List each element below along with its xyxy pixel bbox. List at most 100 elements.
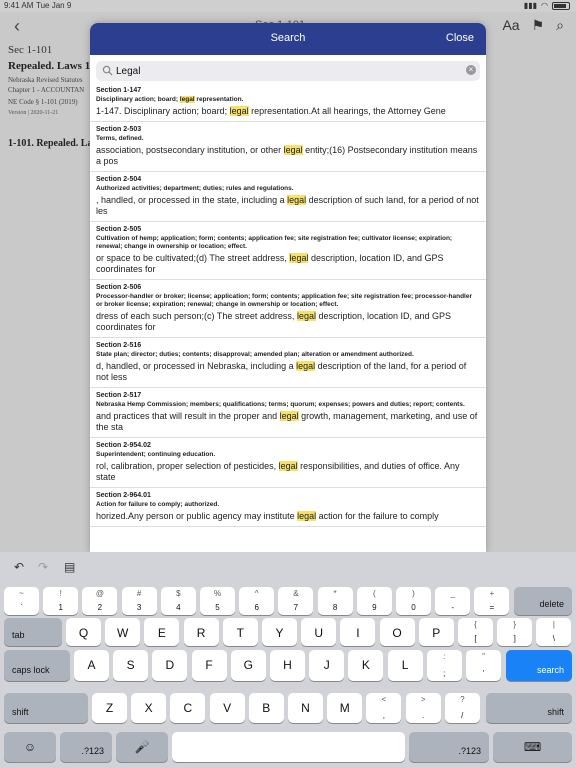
search-result-item[interactable]: Section 2-506 Processor-handler or broker…: [90, 280, 486, 338]
space-key[interactable]: [172, 732, 405, 762]
key-2[interactable]: @2: [82, 587, 118, 615]
key-b[interactable]: B: [248, 693, 284, 723]
shift-left-key[interactable]: shift: [4, 693, 88, 723]
key-;[interactable]: :;: [426, 650, 462, 681]
key-][interactable]: }]: [497, 618, 533, 646]
emoji-key[interactable]: ☺: [4, 732, 56, 762]
back-chevron-icon[interactable]: ‹: [14, 16, 20, 37]
numbers-right-key[interactable]: .?123: [409, 732, 489, 762]
key-label: $: [176, 589, 181, 598]
key-1[interactable]: ! 1: [43, 587, 79, 615]
paste-icon[interactable]: ▤: [64, 560, 75, 574]
search-result-item[interactable]: Section 1-147 Disciplinary action; board;…: [90, 83, 486, 122]
search-result-item[interactable]: Section 2-516 State plan; director; dutie…: [90, 338, 486, 388]
key-c[interactable]: C: [170, 693, 206, 723]
close-button[interactable]: Close: [446, 32, 474, 44]
key-[[interactable]: {[: [458, 618, 493, 646]
key-g[interactable]: G: [230, 650, 266, 681]
key-label: `: [20, 603, 23, 612]
key-7[interactable]: & 7: [278, 587, 314, 615]
status-icons: ▮▮▮ ◠: [524, 1, 570, 10]
key-label: caps lock: [12, 665, 50, 675]
doc-meta-3: NE Code § 1-101 (2019): [8, 98, 78, 106]
key-9[interactable]: (9: [356, 587, 392, 615]
key-label: I: [356, 626, 360, 640]
key-a[interactable]: A: [74, 650, 109, 681]
key-k[interactable]: K: [348, 650, 384, 681]
key-t[interactable]: T: [222, 618, 258, 646]
key-6[interactable]: ^ 6: [239, 587, 275, 615]
key-m[interactable]: M: [327, 693, 363, 723]
highlight: legal: [296, 311, 316, 321]
key-8[interactable]: * 8: [317, 587, 353, 615]
key--[interactable]: _ -: [435, 587, 471, 615]
search-key[interactable]: search: [506, 650, 572, 681]
result-caption: Authorized activities; department; dutie…: [96, 185, 294, 192]
search-icon[interactable]: ⌕: [556, 17, 564, 34]
result-snippet: association, postsecondary institution, …: [96, 145, 478, 166]
search-result-item[interactable]: Section 2-503 Terms, defined. association…: [90, 122, 486, 172]
key-y[interactable]: Y: [262, 618, 297, 646]
undo-icon[interactable]: ↶: [14, 560, 24, 574]
key-label: /: [461, 711, 464, 720]
search-result-item[interactable]: Section 2-505 Cultivation of hemp; applic…: [90, 222, 486, 280]
search-result-item[interactable]: Section 2-954.02 Superintendent; continui…: [90, 438, 486, 488]
highlight: legal: [283, 145, 303, 155]
key-i[interactable]: I: [340, 618, 376, 646]
key-label: &: [293, 589, 299, 598]
key-label: T: [236, 626, 244, 640]
caps-lock-key[interactable]: caps lock: [4, 650, 70, 681]
numbers-left-key[interactable]: .?123: [60, 732, 112, 762]
key-`[interactable]: ~ `: [4, 587, 39, 615]
microphone-key[interactable]: 🎤: [116, 732, 168, 762]
result-section: Section 2-505: [96, 226, 142, 233]
key-h[interactable]: H: [270, 650, 305, 681]
key-label: A: [87, 658, 96, 672]
key-3[interactable]: #3: [121, 587, 157, 615]
font-size-icon[interactable]: Aa: [502, 17, 519, 34]
key-z[interactable]: Z: [92, 693, 127, 723]
redo-icon[interactable]: ↷: [38, 560, 48, 574]
key-r[interactable]: R: [183, 618, 219, 646]
shift-right-key[interactable]: shift: [486, 693, 572, 723]
search-result-item[interactable]: Section 2-517 Nebraska Hemp Commission; m…: [90, 388, 486, 438]
key-f[interactable]: F: [191, 650, 227, 681]
key-.[interactable]: >.: [405, 693, 441, 723]
doc-section: Sec 1-101: [8, 44, 53, 56]
key-0[interactable]: ) 0: [396, 587, 431, 615]
key-l[interactable]: L: [387, 650, 423, 681]
search-field[interactable]: ×: [96, 61, 480, 81]
key-\[interactable]: | \: [536, 618, 572, 646]
key-e[interactable]: E: [144, 618, 180, 646]
key-u[interactable]: U: [301, 618, 337, 646]
search-result-item[interactable]: Section 2-964.01 Action for failure to co…: [90, 488, 486, 527]
key-=[interactable]: + =: [474, 587, 510, 615]
clear-icon[interactable]: ×: [466, 65, 476, 75]
search-input[interactable]: [116, 63, 456, 79]
key-p[interactable]: P: [418, 618, 454, 646]
key-v[interactable]: V: [209, 693, 245, 723]
key-'[interactable]: " ': [466, 650, 501, 681]
key-w[interactable]: W: [105, 618, 141, 646]
key-label: ☺: [23, 740, 37, 754]
search-result-item[interactable]: Section 2-504 Authorized activities; depa…: [90, 172, 486, 222]
key-x[interactable]: X: [131, 693, 167, 723]
key-label: #: [136, 589, 142, 598]
key-o[interactable]: O: [379, 618, 415, 646]
tab-key[interactable]: tab: [4, 618, 62, 646]
key-q[interactable]: Q: [66, 618, 101, 646]
key-j[interactable]: J: [309, 650, 345, 681]
key-s[interactable]: S: [113, 650, 149, 681]
key-label: Z: [105, 701, 114, 715]
key-/[interactable]: ? /: [444, 693, 480, 723]
bookmark-icon[interactable]: ⚑: [532, 17, 545, 34]
key-4[interactable]: $4: [160, 587, 196, 615]
dismiss-keyboard-key[interactable]: ⌨: [493, 732, 572, 762]
key-d[interactable]: D: [152, 650, 188, 681]
key-label: [: [474, 634, 477, 643]
key-5[interactable]: % 5: [200, 587, 235, 615]
key-,[interactable]: <,: [366, 693, 402, 723]
delete-key[interactable]: delete: [514, 587, 572, 615]
key-n[interactable]: N: [288, 693, 323, 723]
search-title: Search: [270, 32, 306, 44]
